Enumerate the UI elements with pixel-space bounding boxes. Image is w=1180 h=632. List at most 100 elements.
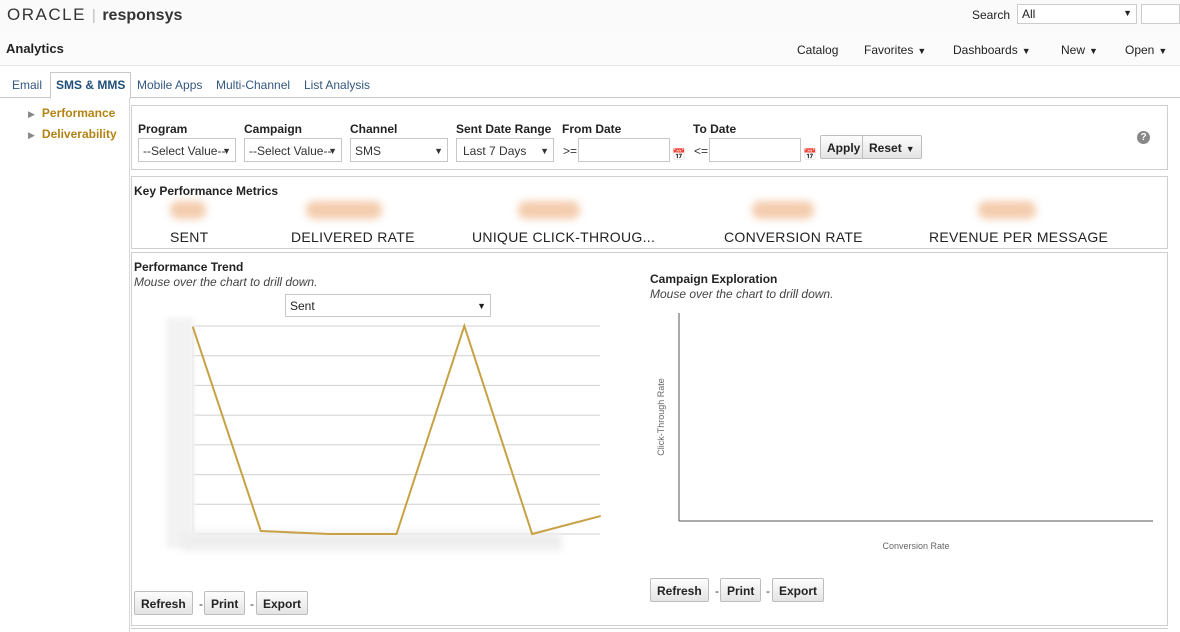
- trend-refresh-button[interactable]: Refresh: [134, 591, 193, 615]
- channel-value: SMS: [355, 144, 382, 158]
- search-scope-value: All: [1022, 7, 1036, 21]
- trend-point[interactable]: [327, 533, 330, 535]
- sent-date-range-select[interactable]: Last 7 Days ▼: [456, 138, 554, 162]
- kpi-sent-label: SENT: [170, 229, 209, 245]
- menu-open-label: Open: [1125, 43, 1155, 57]
- trend-point[interactable]: [599, 515, 601, 518]
- kpi-title: Key Performance Metrics: [134, 184, 279, 198]
- x-axis-label: Conversion Rate: [882, 541, 949, 551]
- caret-down-icon: ▼: [1021, 46, 1031, 56]
- kpi-value-redacted: [978, 201, 1036, 219]
- chevron-down-icon: ▼: [540, 146, 549, 156]
- exploration-export-button[interactable]: Export: [772, 578, 825, 602]
- tab-mobile-apps[interactable]: Mobile Apps: [137, 78, 202, 92]
- sent-date-range-value: Last 7 Days: [463, 144, 527, 158]
- campaign-value: --Select Value--: [249, 144, 332, 158]
- channel-select[interactable]: SMS ▼: [350, 138, 448, 162]
- chevron-down-icon: ▼: [328, 146, 337, 156]
- help-icon[interactable]: ?: [1137, 131, 1150, 144]
- trend-series-line[interactable]: [192, 322, 601, 536]
- menu-catalog[interactable]: Catalog: [797, 43, 838, 57]
- calendar-icon[interactable]: 📅: [672, 148, 686, 161]
- chevron-down-icon: ▼: [222, 146, 231, 156]
- caret-down-icon: ▼: [917, 46, 927, 56]
- kpi-delivered-rate-label: DELIVERED RATE: [291, 229, 415, 245]
- trend-point[interactable]: [395, 533, 398, 535]
- program-value: --Select Value--: [143, 144, 226, 158]
- apply-button[interactable]: Apply: [820, 135, 868, 159]
- to-date-label: To Date: [693, 122, 737, 136]
- menu-new[interactable]: New ▼: [1061, 43, 1098, 57]
- trend-grid: [192, 325, 600, 535]
- sidebar-item-performance[interactable]: ▶ Performance: [28, 106, 115, 120]
- y-axis-redacted: [166, 318, 194, 548]
- menu-dashboards-label: Dashboards: [953, 43, 1018, 57]
- separator: -: [199, 597, 203, 611]
- search-input[interactable]: [1141, 4, 1180, 24]
- tab-email[interactable]: Email: [12, 78, 42, 92]
- trend-point[interactable]: [259, 530, 262, 533]
- trend-title: Performance Trend: [134, 260, 244, 274]
- menu-new-label: New: [1061, 43, 1086, 57]
- y-axis-label: Click-Through Rate: [656, 378, 666, 456]
- triangle-right-icon: ▶: [28, 130, 35, 140]
- search-scope-select[interactable]: All ▼: [1017, 4, 1137, 24]
- reset-button[interactable]: Reset ▼: [862, 135, 922, 159]
- separator: -: [715, 584, 719, 598]
- to-date-operator: <=: [694, 144, 709, 158]
- calendar-icon[interactable]: 📅: [803, 148, 817, 161]
- from-date-label: From Date: [562, 122, 622, 136]
- trend-axis-redacted: [166, 318, 562, 550]
- separator: -: [766, 584, 770, 598]
- oracle-logo-text: ORACLE: [7, 5, 86, 24]
- exploration-refresh-button[interactable]: Refresh: [650, 578, 709, 602]
- exploration-subtitle: Mouse over the chart to drill down.: [650, 287, 834, 301]
- trend-print-button[interactable]: Print: [204, 591, 246, 615]
- campaign-exploration-chart[interactable]: Click-Through Rate Conversion Rate: [650, 305, 1162, 560]
- campaign-label: Campaign: [244, 122, 303, 136]
- program-label: Program: [138, 122, 188, 136]
- to-date-input[interactable]: [709, 138, 801, 162]
- program-select[interactable]: --Select Value-- ▼: [138, 138, 236, 162]
- trend-export-button[interactable]: Export: [256, 591, 309, 615]
- menu-catalog-label: Catalog: [797, 43, 839, 57]
- kpi-unique-click-through-label: UNIQUE CLICK-THROUG...: [472, 229, 656, 245]
- kpi-revenue-per-message-label: REVENUE PER MESSAGE: [929, 229, 1109, 245]
- caret-down-icon: ▼: [1158, 46, 1168, 56]
- kpi-conversion-rate-label: CONVERSION RATE: [724, 229, 863, 245]
- next-panel-edge: [131, 628, 1168, 632]
- sidebar-item-label: Performance: [41, 106, 116, 120]
- from-date-input[interactable]: [578, 138, 670, 162]
- responsys-logo-text: responsys: [102, 7, 183, 24]
- menu-favorites-label: Favorites: [864, 43, 914, 57]
- kpi-value-redacted: [518, 201, 580, 219]
- performance-trend-chart[interactable]: [134, 310, 604, 570]
- kpi-value-redacted: [752, 201, 814, 219]
- sidebar-item-label: Deliverability: [41, 127, 117, 141]
- from-date-operator: >=: [563, 144, 578, 158]
- sidebar: [0, 98, 130, 632]
- trend-point[interactable]: [531, 533, 534, 535]
- exploration-print-button[interactable]: Print: [720, 578, 762, 602]
- trend-point[interactable]: [192, 326, 194, 329]
- caret-down-icon: ▼: [905, 144, 915, 154]
- chevron-down-icon: ▼: [434, 146, 443, 156]
- search-label: Search: [972, 8, 1011, 22]
- kpi-value-redacted: [306, 201, 382, 219]
- menu-dashboards[interactable]: Dashboards ▼: [953, 43, 1031, 57]
- menu-open[interactable]: Open ▼: [1125, 43, 1167, 57]
- triangle-right-icon: ▶: [28, 109, 35, 119]
- trend-series: [192, 322, 601, 536]
- page-title: Analytics: [6, 41, 64, 56]
- trend-point[interactable]: [463, 325, 466, 327]
- channel-label: Channel: [350, 122, 398, 136]
- sidebar-item-deliverability[interactable]: ▶ Deliverability: [28, 127, 117, 141]
- caret-down-icon: ▼: [1089, 46, 1098, 56]
- exploration-title: Campaign Exploration: [650, 272, 778, 286]
- tab-list-analysis[interactable]: List Analysis: [304, 78, 370, 92]
- menu-favorites[interactable]: Favorites ▼: [864, 43, 926, 57]
- tab-multi-channel[interactable]: Multi-Channel: [216, 78, 290, 92]
- tab-sms-mms[interactable]: SMS & MMS: [50, 72, 132, 99]
- campaign-select[interactable]: --Select Value-- ▼: [244, 138, 342, 162]
- brand-logo: ORACLE | responsys: [7, 5, 183, 24]
